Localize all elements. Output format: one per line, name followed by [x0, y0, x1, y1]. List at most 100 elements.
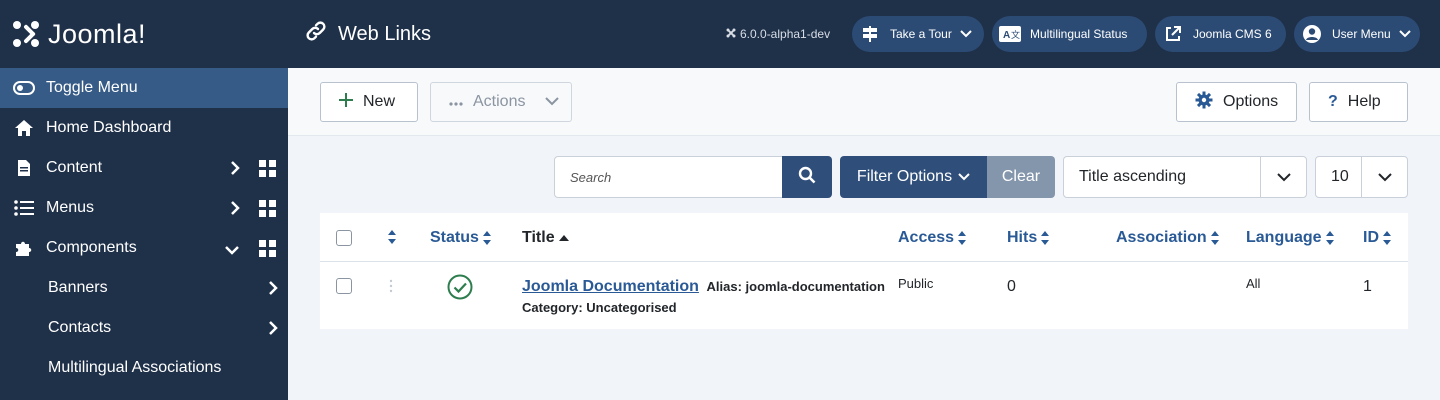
- svg-text:文: 文: [1011, 29, 1020, 40]
- joomla-cms-button[interactable]: Joomla CMS 6: [1155, 16, 1286, 52]
- sidebar-item-content[interactable]: Content: [0, 148, 288, 188]
- svg-text:A: A: [1003, 30, 1010, 41]
- top-header: Web Links 6.0.0-alpha1-dev Take a Tour A…: [288, 0, 1440, 68]
- chevron-right-icon[interactable]: [268, 280, 278, 301]
- sidebar-subitem-multilingual-associations[interactable]: Multilingual Associations: [0, 348, 288, 388]
- search-input[interactable]: Search: [554, 156, 783, 198]
- puzzle-icon: [12, 239, 36, 257]
- language-icon: A文: [998, 22, 1022, 46]
- home-icon: [12, 119, 36, 137]
- row-language: All: [1246, 276, 1261, 291]
- weblinks-table: Status Title Access Hits Association Lan…: [320, 213, 1408, 329]
- dashboard-grid-icon[interactable]: [259, 160, 276, 182]
- chevron-down-icon: [1260, 157, 1306, 197]
- multilingual-status-label: Multilingual Status: [1030, 27, 1128, 41]
- logo-text: Joomla!: [48, 18, 147, 49]
- row-title-cell: Joomla Documentation Alias: joomla-docum…: [522, 278, 885, 296]
- sidebar-subitem-label: Contacts: [48, 319, 112, 336]
- help-label: Help: [1347, 93, 1381, 110]
- toggle-icon: [12, 81, 36, 95]
- column-header-title[interactable]: Title: [522, 229, 570, 247]
- chevron-right-icon[interactable]: [230, 200, 240, 221]
- chevron-down-icon: [960, 27, 972, 41]
- chevron-down-icon[interactable]: [224, 242, 240, 260]
- user-menu-button[interactable]: User Menu: [1294, 16, 1420, 52]
- chevron-right-icon[interactable]: [268, 320, 278, 341]
- options-label: Options: [1223, 93, 1279, 110]
- search-button[interactable]: [782, 156, 832, 198]
- row-checkbox[interactable]: [336, 278, 352, 294]
- column-header-access[interactable]: Access: [898, 229, 967, 247]
- column-header-label: ID: [1363, 229, 1379, 246]
- search-placeholder: Search: [570, 169, 612, 185]
- column-header-hits[interactable]: Hits: [1007, 229, 1050, 247]
- version-info: 6.0.0-alpha1-dev: [726, 27, 830, 41]
- clear-label: Clear: [1001, 168, 1041, 185]
- ordering-value: Title ascending: [1079, 168, 1187, 185]
- user-menu-label: User Menu: [1332, 27, 1391, 41]
- page-title: Web Links: [304, 19, 431, 49]
- chevron-down-icon: [545, 93, 560, 111]
- take-a-tour-button[interactable]: Take a Tour: [852, 16, 984, 52]
- external-link-icon: [1161, 22, 1185, 46]
- search-icon: [798, 166, 816, 189]
- row-access: Public: [898, 276, 934, 291]
- actions-label: Actions: [473, 93, 526, 110]
- options-button[interactable]: Options: [1176, 82, 1297, 122]
- actions-button[interactable]: Actions: [430, 82, 572, 122]
- sort-icon: [1383, 231, 1391, 245]
- joomla-cms-label: Joomla CMS 6: [1193, 27, 1272, 41]
- row-alias: Alias: joomla-documentation: [706, 279, 885, 294]
- filter-options-button[interactable]: Filter Options: [840, 156, 987, 198]
- sidebar-subitem-banners[interactable]: Banners: [0, 268, 288, 308]
- column-header-label: Status: [430, 229, 479, 246]
- sidebar-item-home-dashboard[interactable]: Home Dashboard: [0, 108, 288, 148]
- plus-icon: [339, 92, 353, 112]
- sidebar-subitem-label: Multilingual Associations: [48, 359, 222, 376]
- sidebar-item-components[interactable]: Components: [0, 228, 288, 268]
- sort-icon: [958, 231, 967, 245]
- chevron-down-icon: [1398, 27, 1411, 41]
- column-header-status[interactable]: Status: [430, 229, 492, 247]
- limit-select[interactable]: 10: [1315, 156, 1408, 198]
- ellipsis-icon: [449, 93, 463, 111]
- toolbar: New Actions Options ? Help: [288, 68, 1440, 136]
- sidebar-item-menus[interactable]: Menus: [0, 188, 288, 228]
- clear-button[interactable]: Clear: [987, 156, 1055, 198]
- table-header: Status Title Access Hits Association Lan…: [320, 213, 1408, 262]
- ordering-sort-icon[interactable]: [387, 229, 397, 245]
- help-button[interactable]: ? Help: [1309, 82, 1408, 122]
- row-title-link[interactable]: Joomla Documentation: [522, 278, 699, 295]
- new-button[interactable]: New: [320, 82, 418, 122]
- sidebar-item-label: Components: [46, 239, 137, 256]
- column-header-language[interactable]: Language: [1246, 229, 1335, 247]
- sidebar-subitem-label: Banners: [48, 279, 108, 296]
- column-header-label: Title: [522, 229, 555, 246]
- column-header-id[interactable]: ID: [1363, 229, 1392, 247]
- signpost-icon: [858, 22, 882, 46]
- chevron-down-icon: [1361, 157, 1407, 197]
- gear-icon: [1195, 91, 1213, 114]
- joomla-small-icon: [726, 27, 736, 41]
- column-header-label: Access: [898, 229, 955, 246]
- column-header-label: Hits: [1007, 229, 1038, 246]
- user-icon: [1300, 22, 1324, 46]
- dashboard-grid-icon[interactable]: [259, 200, 276, 222]
- sidebar-item-label: Content: [46, 159, 103, 176]
- published-status-icon[interactable]: [447, 274, 473, 305]
- take-a-tour-label: Take a Tour: [890, 27, 952, 41]
- sort-icon: [482, 231, 491, 245]
- drag-handle-icon[interactable]: [389, 279, 393, 298]
- multilingual-status-button[interactable]: A文 Multilingual Status: [992, 16, 1147, 52]
- question-icon: ?: [1328, 93, 1338, 110]
- select-all-checkbox[interactable]: [336, 230, 352, 246]
- joomla-logo[interactable]: Joomla!: [0, 0, 288, 68]
- page-title-text: Web Links: [338, 22, 432, 45]
- ordering-select[interactable]: Title ascending: [1063, 156, 1307, 198]
- chevron-down-icon: [958, 168, 970, 186]
- sidebar-toggle-menu[interactable]: Toggle Menu: [0, 68, 288, 108]
- chevron-right-icon[interactable]: [230, 160, 240, 181]
- dashboard-grid-icon[interactable]: [259, 240, 276, 262]
- column-header-association[interactable]: Association: [1116, 229, 1220, 247]
- sidebar-subitem-contacts[interactable]: Contacts: [0, 308, 288, 348]
